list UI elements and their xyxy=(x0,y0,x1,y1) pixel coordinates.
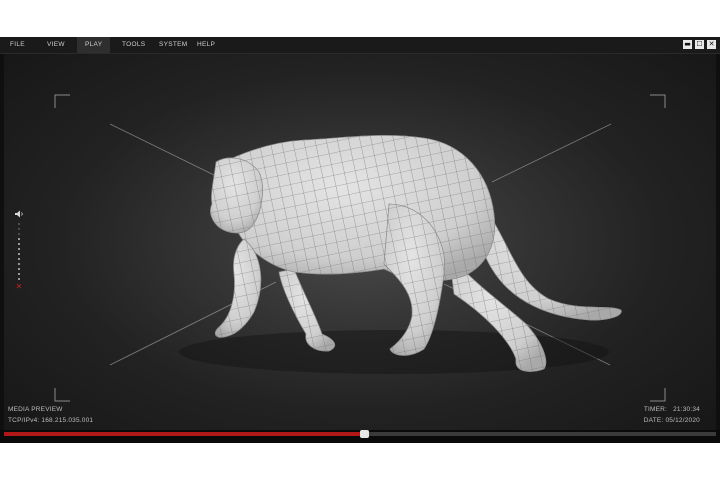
viewport-overlay xyxy=(54,94,666,402)
volume-step[interactable] xyxy=(18,248,20,250)
volume-step[interactable] xyxy=(18,223,20,225)
menu-file[interactable]: FILE xyxy=(10,37,25,53)
speaker-icon[interactable] xyxy=(14,210,24,218)
maximize-icon[interactable]: ☐ xyxy=(695,40,704,49)
menu-system[interactable]: SYSTEM xyxy=(159,37,188,53)
date-readout: DATE: 05/12/2020 xyxy=(644,417,700,424)
volume-step[interactable] xyxy=(18,273,20,275)
progress-handle[interactable] xyxy=(360,430,370,438)
volume-level-steps[interactable] xyxy=(14,223,24,280)
timer-readout: TIMER: 21:30:34 xyxy=(644,406,700,413)
timer-value: 21:30:34 xyxy=(673,406,700,413)
volume-step[interactable] xyxy=(18,238,20,240)
menu-play[interactable]: PLAY xyxy=(77,37,111,53)
menu-help[interactable]: HELP xyxy=(197,37,215,53)
progress-fill xyxy=(4,432,365,436)
volume-step[interactable] xyxy=(18,278,20,280)
date-label: DATE: xyxy=(643,417,664,424)
volume-step[interactable] xyxy=(18,233,20,235)
volume-step[interactable] xyxy=(18,268,20,270)
network-address: TCP/IPv4: 168.215.035.001 xyxy=(8,417,94,424)
window-controls: ▬ ☐ ✕ xyxy=(683,40,716,49)
volume-step[interactable] xyxy=(18,228,20,230)
volume-control[interactable]: ✕ xyxy=(14,210,24,291)
menu-bar: FILE VIEW PLAY TOOLS SYSTEM HELP ▬ ☐ ✕ xyxy=(0,37,720,54)
timer-label: TIMER: xyxy=(643,406,668,413)
close-icon[interactable]: ✕ xyxy=(707,40,716,49)
volume-step[interactable] xyxy=(18,258,20,260)
playback-progress-bar[interactable] xyxy=(4,430,716,438)
media-preview-title: MEDIA PREVIEW xyxy=(8,406,63,413)
volume-step[interactable] xyxy=(18,243,20,245)
media-player-window: FILE VIEW PLAY TOOLS SYSTEM HELP ▬ ☐ ✕ ✕… xyxy=(0,37,720,443)
volume-step[interactable] xyxy=(18,253,20,255)
volume-step[interactable] xyxy=(18,263,20,265)
minimize-icon[interactable]: ▬ xyxy=(683,40,692,49)
mute-x-icon[interactable]: ✕ xyxy=(14,283,24,291)
menu-tools[interactable]: TOOLS xyxy=(122,37,145,53)
media-viewport[interactable]: ✕ MEDIA PREVIEW TCP/IPv4: 168.215.035.00… xyxy=(4,54,716,443)
menu-view[interactable]: VIEW xyxy=(47,37,65,53)
date-value: 05/12/2020 xyxy=(665,417,700,424)
